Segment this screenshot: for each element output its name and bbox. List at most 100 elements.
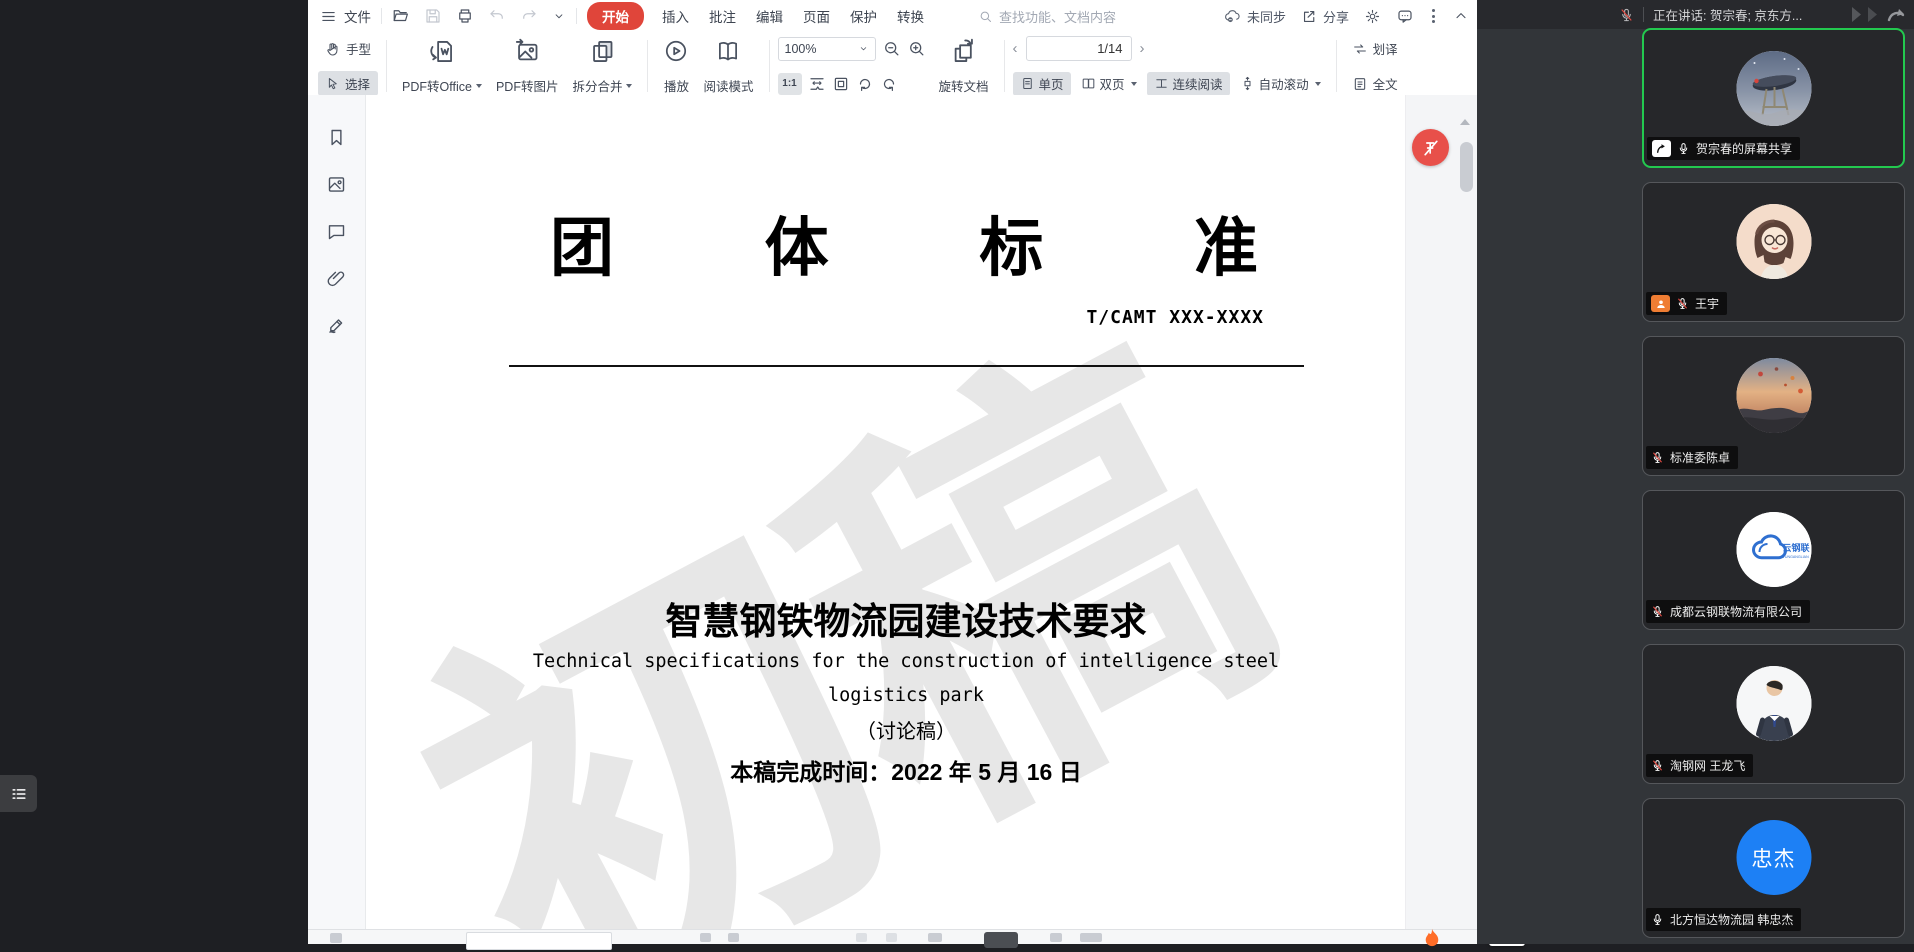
zoom-in-icon[interactable] bbox=[907, 39, 926, 58]
status-grid-icon[interactable] bbox=[330, 933, 342, 943]
share-button[interactable]: 分享 bbox=[1301, 7, 1349, 26]
more-menu-icon[interactable] bbox=[1429, 9, 1438, 23]
status-icon[interactable] bbox=[728, 933, 739, 942]
scrollbar-thumb[interactable] bbox=[1460, 142, 1473, 192]
attachment-icon[interactable] bbox=[326, 268, 347, 289]
fit-width-icon[interactable] bbox=[808, 75, 826, 93]
status-icon[interactable] bbox=[856, 933, 867, 942]
open-book-icon bbox=[715, 38, 741, 64]
next-page-button[interactable]: › bbox=[1140, 41, 1145, 56]
participant-tile[interactable]: 标准委陈卓 bbox=[1642, 336, 1905, 476]
rotate-right-icon[interactable] bbox=[880, 75, 898, 93]
save-icon[interactable] bbox=[424, 7, 442, 25]
select-tool[interactable]: 选择 bbox=[318, 71, 378, 96]
divider bbox=[381, 8, 382, 24]
status-input-box[interactable] bbox=[466, 932, 612, 950]
file-menu[interactable]: 文件 bbox=[320, 6, 371, 26]
split-merge-button[interactable]: 拆分合并 bbox=[565, 35, 639, 97]
hamburger-icon bbox=[320, 8, 337, 25]
print-icon[interactable] bbox=[456, 7, 474, 25]
document-type-heading: 团体标准 bbox=[550, 197, 1258, 289]
play-icon bbox=[663, 38, 689, 64]
participant-avatar bbox=[1736, 204, 1811, 279]
dropdown-caret bbox=[476, 84, 482, 88]
participant-name: 标准委陈卓 bbox=[1670, 449, 1730, 466]
auto-scroll-button[interactable]: 自动滚动 bbox=[1233, 72, 1328, 96]
status-icon[interactable] bbox=[700, 933, 711, 942]
page-indicator[interactable]: 1/14 bbox=[1026, 36, 1132, 61]
participant-tile[interactable]: 云钢联YUNGANGLIAN 成都云钢联物流有限公司 bbox=[1642, 490, 1905, 630]
image-panel-icon[interactable] bbox=[326, 174, 347, 195]
status-icon[interactable] bbox=[1080, 933, 1102, 942]
participant-name-bar: 贺宗春的屏幕共享 bbox=[1647, 137, 1800, 160]
signature-icon[interactable] bbox=[326, 315, 347, 336]
search-box[interactable]: 查找功能、文档内容 bbox=[978, 7, 1116, 26]
bookmark-icon[interactable] bbox=[326, 127, 347, 148]
quick-access-dropdown-icon[interactable] bbox=[552, 9, 566, 23]
pdf-to-office-button[interactable]: PDF转Office bbox=[395, 35, 489, 97]
fit-page-icon[interactable] bbox=[832, 75, 850, 93]
read-mode-button[interactable]: 阅读模式 bbox=[696, 35, 760, 97]
document-page[interactable]: 初稿 团体标准 T/CAMT XXX-XXXX 智慧钢铁物流园建设技术要求 Te… bbox=[366, 95, 1406, 930]
participant-tile[interactable]: 忠杰 北方恒达物流园 韩忠杰 bbox=[1642, 798, 1905, 938]
word-translate-button[interactable]: 划译 bbox=[1345, 36, 1405, 61]
muted-mic-icon bbox=[1619, 7, 1634, 23]
tab-comment[interactable]: 批注 bbox=[703, 3, 742, 29]
document-sidebar bbox=[308, 95, 366, 930]
open-file-icon[interactable] bbox=[392, 7, 410, 25]
zoom-level-dropdown[interactable]: 100% bbox=[778, 37, 876, 61]
prev-page-button[interactable]: ‹ bbox=[1013, 41, 1018, 56]
tab-insert[interactable]: 插入 bbox=[656, 3, 695, 29]
cloud-sync-icon bbox=[1223, 8, 1242, 25]
participant-avatar: 忠杰 bbox=[1736, 820, 1811, 895]
continuous-read-button[interactable]: 连续阅读 bbox=[1147, 72, 1230, 96]
dropdown-caret bbox=[1315, 82, 1321, 86]
window-nav-arrows[interactable] bbox=[1844, 5, 1910, 24]
rotate-left-icon[interactable] bbox=[856, 75, 874, 93]
pdf-to-image-button[interactable]: PDF转图片 bbox=[489, 35, 566, 97]
participant-tile[interactable]: 贺宗春的屏幕共享 bbox=[1642, 28, 1905, 168]
status-icon[interactable] bbox=[928, 933, 942, 942]
hand-tool[interactable]: 手型 bbox=[318, 36, 378, 61]
sync-status[interactable]: 未同步 bbox=[1223, 7, 1286, 26]
dropdown-caret bbox=[626, 84, 632, 88]
wps-logo[interactable] bbox=[1419, 926, 1445, 952]
document-title-cn: 智慧钢铁物流园建设技术要求 bbox=[406, 591, 1406, 645]
comment-panel-icon[interactable] bbox=[326, 221, 347, 242]
feedback-comment-icon[interactable] bbox=[1396, 7, 1414, 25]
document-title-en-line1: Technical specifications for the constru… bbox=[406, 651, 1406, 672]
play-button[interactable]: 播放 bbox=[656, 35, 696, 97]
participant-name: 淘钢网 王龙飞 bbox=[1670, 757, 1745, 774]
status-icon[interactable] bbox=[1050, 933, 1062, 942]
settings-gear-icon[interactable] bbox=[1364, 8, 1381, 25]
heading-rule bbox=[509, 365, 1304, 367]
participant-tile[interactable]: 王宇 bbox=[1642, 182, 1905, 322]
collapse-ribbon-icon[interactable] bbox=[1453, 8, 1469, 24]
scroll-up-arrow[interactable] bbox=[1460, 119, 1470, 125]
participant-name-bar: 北方恒达物流园 韩忠杰 bbox=[1646, 908, 1801, 931]
redo-icon[interactable] bbox=[520, 7, 538, 25]
cloud-logo-en: YUNGANGLIAN bbox=[1782, 555, 1809, 559]
status-dark-button[interactable] bbox=[984, 932, 1018, 948]
tab-page[interactable]: 页面 bbox=[797, 3, 836, 29]
meeting-window: 正在讲话: 贺宗春; 京东方... 贺宗春的屏幕共享 bbox=[1477, 0, 1914, 944]
actual-size-button[interactable]: 1:1 bbox=[778, 73, 802, 95]
zoom-out-icon[interactable] bbox=[882, 39, 901, 58]
speaking-text: 正在讲话: 贺宗春; 京东方... bbox=[1653, 5, 1802, 24]
full-text-translate-button[interactable]: 全文 bbox=[1345, 71, 1405, 96]
tab-home[interactable]: 开始 bbox=[587, 2, 644, 30]
tab-protect[interactable]: 保护 bbox=[844, 3, 883, 29]
tab-edit[interactable]: 编辑 bbox=[750, 3, 789, 29]
rotate-document-button[interactable]: 旋转文档 bbox=[932, 35, 996, 97]
double-page-button[interactable]: 双页 bbox=[1074, 72, 1144, 96]
file-menu-label: 文件 bbox=[344, 6, 371, 26]
floating-list-button[interactable] bbox=[0, 775, 37, 812]
participant-tile[interactable]: 淘钢网 王龙飞 bbox=[1642, 644, 1905, 784]
tab-convert[interactable]: 转换 bbox=[891, 3, 930, 29]
translate-badge-icon bbox=[1421, 138, 1441, 158]
participant-name-bar: 成都云钢联物流有限公司 bbox=[1646, 600, 1810, 623]
undo-icon[interactable] bbox=[488, 7, 506, 25]
translate-disabled-badge[interactable] bbox=[1412, 129, 1449, 166]
status-icon[interactable] bbox=[886, 933, 897, 942]
single-page-button[interactable]: 单页 bbox=[1013, 72, 1071, 96]
